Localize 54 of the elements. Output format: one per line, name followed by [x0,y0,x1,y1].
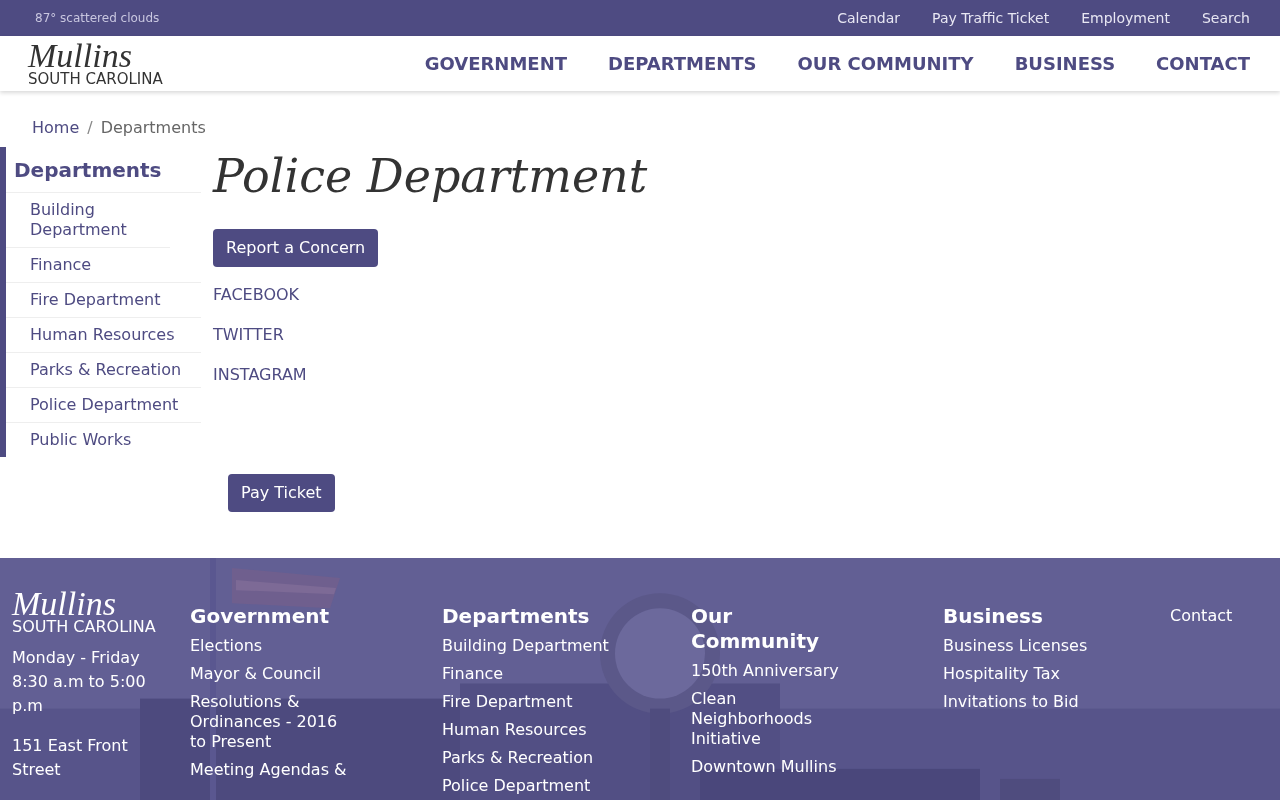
top-link[interactable]: Pay Traffic Ticket [932,7,1050,29]
logo-script[interactable]: Mullins [28,40,163,71]
sidebar-item[interactable]: Building Department [6,193,170,248]
office-hours: Monday - Friday 8:30 a.m to 5:00 p.m [12,647,147,717]
footer-logo-script[interactable]: Mullins [12,590,180,618]
social-link[interactable]: TWITTER [213,324,307,346]
footer-link[interactable]: Resolutions & Ordinances - 2016 to Present [190,688,355,756]
footer-contact-link[interactable]: Contact [1170,606,1233,625]
footer-link[interactable]: Human Resources [442,716,617,744]
logo-state[interactable]: SOUTH CAROLINA [28,70,163,87]
top-link[interactable]: Search [1201,7,1250,29]
footer-link[interactable]: Finance [442,660,617,688]
footer-link[interactable]: Police Department [442,772,617,800]
weather-text: 87° scattered clouds [35,10,160,27]
nav-link[interactable]: BUSINESS [1014,50,1116,77]
sidebar-title: Departments [6,147,201,193]
sidebar-item[interactable]: Fire Department [6,283,201,318]
pay-ticket-button[interactable]: Pay Ticket [228,474,335,512]
nav-link[interactable]: OUR COMMUNITY [797,50,974,77]
report-button[interactable]: Report a Concern [213,229,379,267]
footer-link[interactable]: Business Licenses [943,632,1118,660]
nav-link[interactable]: DEPARTMENTS [608,50,757,77]
social-link[interactable]: INSTAGRAM [213,364,307,386]
footer-link[interactable]: Meeting Agendas & [190,756,355,784]
footer-link[interactable]: Downtown Mullins [691,753,839,781]
sidebar-item[interactable]: Finance [6,248,201,283]
sidebar-item[interactable]: Human Resources [6,318,201,353]
footer-heading: Government [190,604,331,629]
footer-link[interactable]: Hospitality Tax [943,660,1118,688]
footer-link[interactable]: 150th Anniversary [691,657,839,685]
footer-logo-state[interactable]: SOUTH CAROLINA [12,618,180,636]
nav-link[interactable]: CONTACT [1156,50,1250,77]
top-link[interactable]: Employment [1081,7,1170,29]
footer-heading: Departments [442,604,591,629]
nav-link[interactable]: GOVERNMENT [424,50,567,77]
sidebar-item[interactable]: Parks & Recreation [6,353,201,388]
footer-link[interactable]: Building Department [442,632,617,660]
footer-link[interactable]: Invitations to Bid [943,688,1118,716]
footer-heading: Our Community [691,604,821,654]
breadcrumb-link[interactable]: Home [32,115,80,140]
page-title: Police Department [213,148,648,205]
footer-link[interactable]: Clean Neighborhoods Initiative [691,685,839,753]
top-link[interactable]: Calendar [837,7,901,29]
footer-link[interactable]: Fire Department [442,688,617,716]
address-text: 151 East Front Street [12,735,129,781]
sidebar-item[interactable]: Public Works [6,423,201,457]
sidebar-item[interactable]: Police Department [6,388,201,423]
footer-link[interactable]: Mayor & Council [190,660,355,688]
breadcrumb-separator: / [87,116,93,139]
breadcrumb-link[interactable]: Departments [100,115,206,140]
footer-link[interactable]: Elections [190,632,355,660]
footer-link[interactable]: Parks & Recreation [442,744,617,772]
footer-heading: Business [943,604,1044,629]
social-link[interactable]: FACEBOOK [213,284,307,306]
